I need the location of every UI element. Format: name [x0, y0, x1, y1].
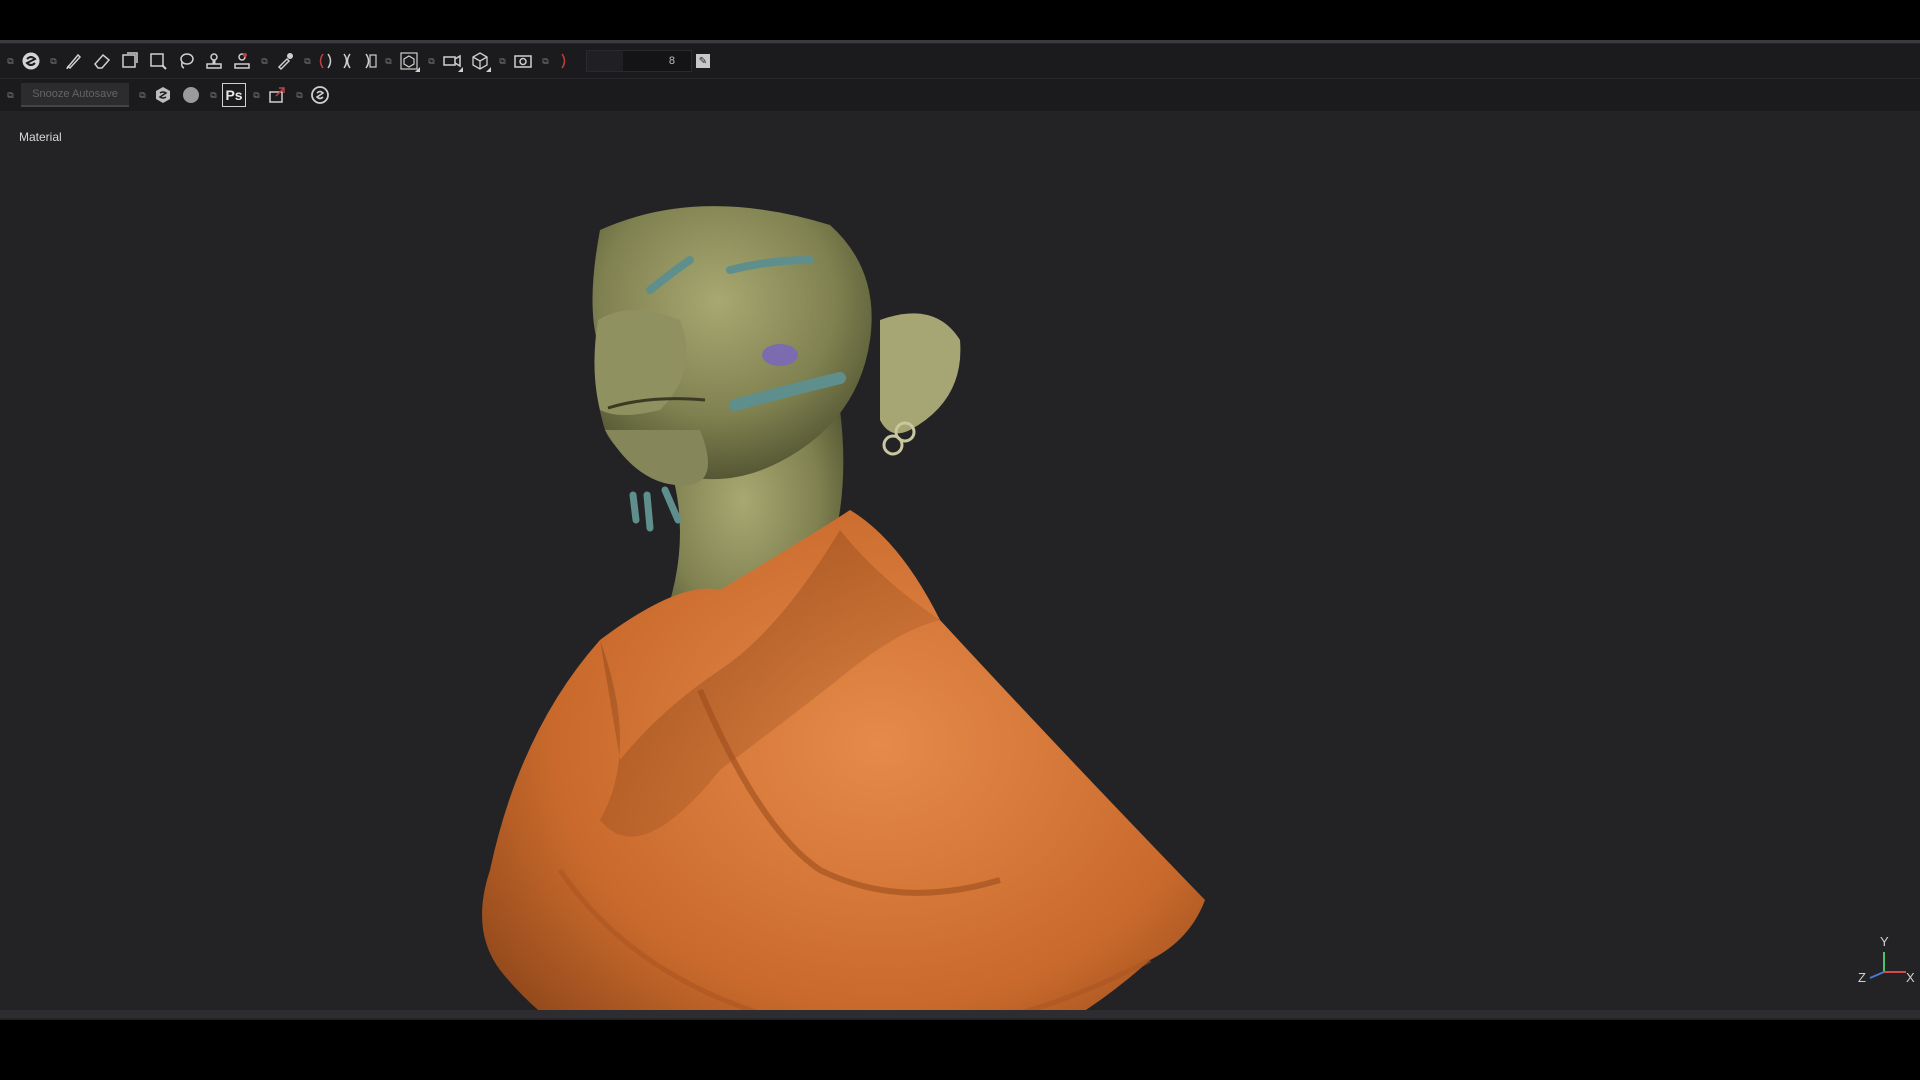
axis-x-label: X — [1906, 970, 1915, 985]
mirror-left-icon[interactable] — [314, 47, 336, 75]
popout-icon[interactable]: ⧉ — [5, 90, 16, 101]
screenshot-icon[interactable] — [509, 47, 537, 75]
popout-icon[interactable]: ⧉ — [48, 56, 59, 67]
popout-icon[interactable]: ⧉ — [497, 56, 508, 67]
smudge-icon[interactable] — [228, 47, 256, 75]
brush-size-slider[interactable]: 8 — [586, 50, 692, 72]
top-rule — [0, 40, 1920, 43]
popout-icon[interactable]: ⧉ — [383, 56, 394, 67]
popout-icon[interactable]: ⧉ — [5, 56, 16, 67]
polygon-fill-icon[interactable] — [144, 47, 172, 75]
cube-view-icon[interactable] — [466, 47, 494, 75]
viewport-mode-label: Material — [19, 130, 62, 144]
secondary-toolbar: ⧉ Snooze Autosave ⧉ ⧉ Ps ⧉ ⧉ — [0, 78, 1920, 111]
mirror-both-icon[interactable] — [336, 47, 358, 75]
popout-icon[interactable]: ⧉ — [137, 90, 148, 101]
popout-icon[interactable]: ⧉ — [259, 56, 270, 67]
edit-pencil-icon[interactable]: ✎ — [696, 54, 710, 68]
eraser-icon[interactable] — [88, 47, 116, 75]
axis-z-label: Z — [1858, 970, 1866, 985]
axis-y-label: Y — [1880, 934, 1889, 949]
send-to-icon[interactable] — [263, 81, 291, 109]
snooze-autosave-button[interactable]: Snooze Autosave — [21, 83, 129, 107]
brush-size-slider-fill — [587, 51, 624, 71]
projection-icon[interactable] — [116, 47, 144, 75]
popout-icon[interactable]: ⧉ — [251, 90, 262, 101]
popout-icon[interactable]: ⧉ — [302, 56, 313, 67]
clone-stamp-icon[interactable] — [200, 47, 228, 75]
substance-logo-icon[interactable] — [17, 47, 45, 75]
brush-size-icon[interactable] — [552, 47, 572, 75]
photoshop-export-icon[interactable]: Ps — [220, 81, 248, 109]
camera-icon[interactable] — [438, 47, 466, 75]
3d-viewport[interactable] — [0, 110, 1920, 1080]
paint-brush-icon[interactable] — [60, 47, 88, 75]
brush-size-value: 8 — [668, 55, 675, 67]
substance-share-icon[interactable] — [149, 81, 177, 109]
popout-icon[interactable]: ⧉ — [208, 90, 219, 101]
popout-icon[interactable]: ⧉ — [540, 56, 551, 67]
tools-toolbar: ⧉ ⧉ ⧉ ⧉ ⧉ ⧉ ⧉ ⧉ 8 ✎ — [0, 44, 1920, 78]
lasso-icon[interactable] — [172, 47, 200, 75]
popout-icon[interactable]: ⧉ — [426, 56, 437, 67]
substance-circle-icon[interactable] — [306, 81, 334, 109]
popout-icon[interactable]: ⧉ — [294, 90, 305, 101]
material-sphere-icon[interactable] — [177, 81, 205, 109]
3d-model-render — [482, 206, 1205, 1080]
mirror-right-icon[interactable] — [358, 47, 380, 75]
bottom-rule — [0, 1010, 1920, 1018]
color-picker-icon[interactable] — [271, 47, 299, 75]
object-selection-icon[interactable] — [395, 47, 423, 75]
axis-gizmo: Y Z X — [1856, 934, 1916, 988]
